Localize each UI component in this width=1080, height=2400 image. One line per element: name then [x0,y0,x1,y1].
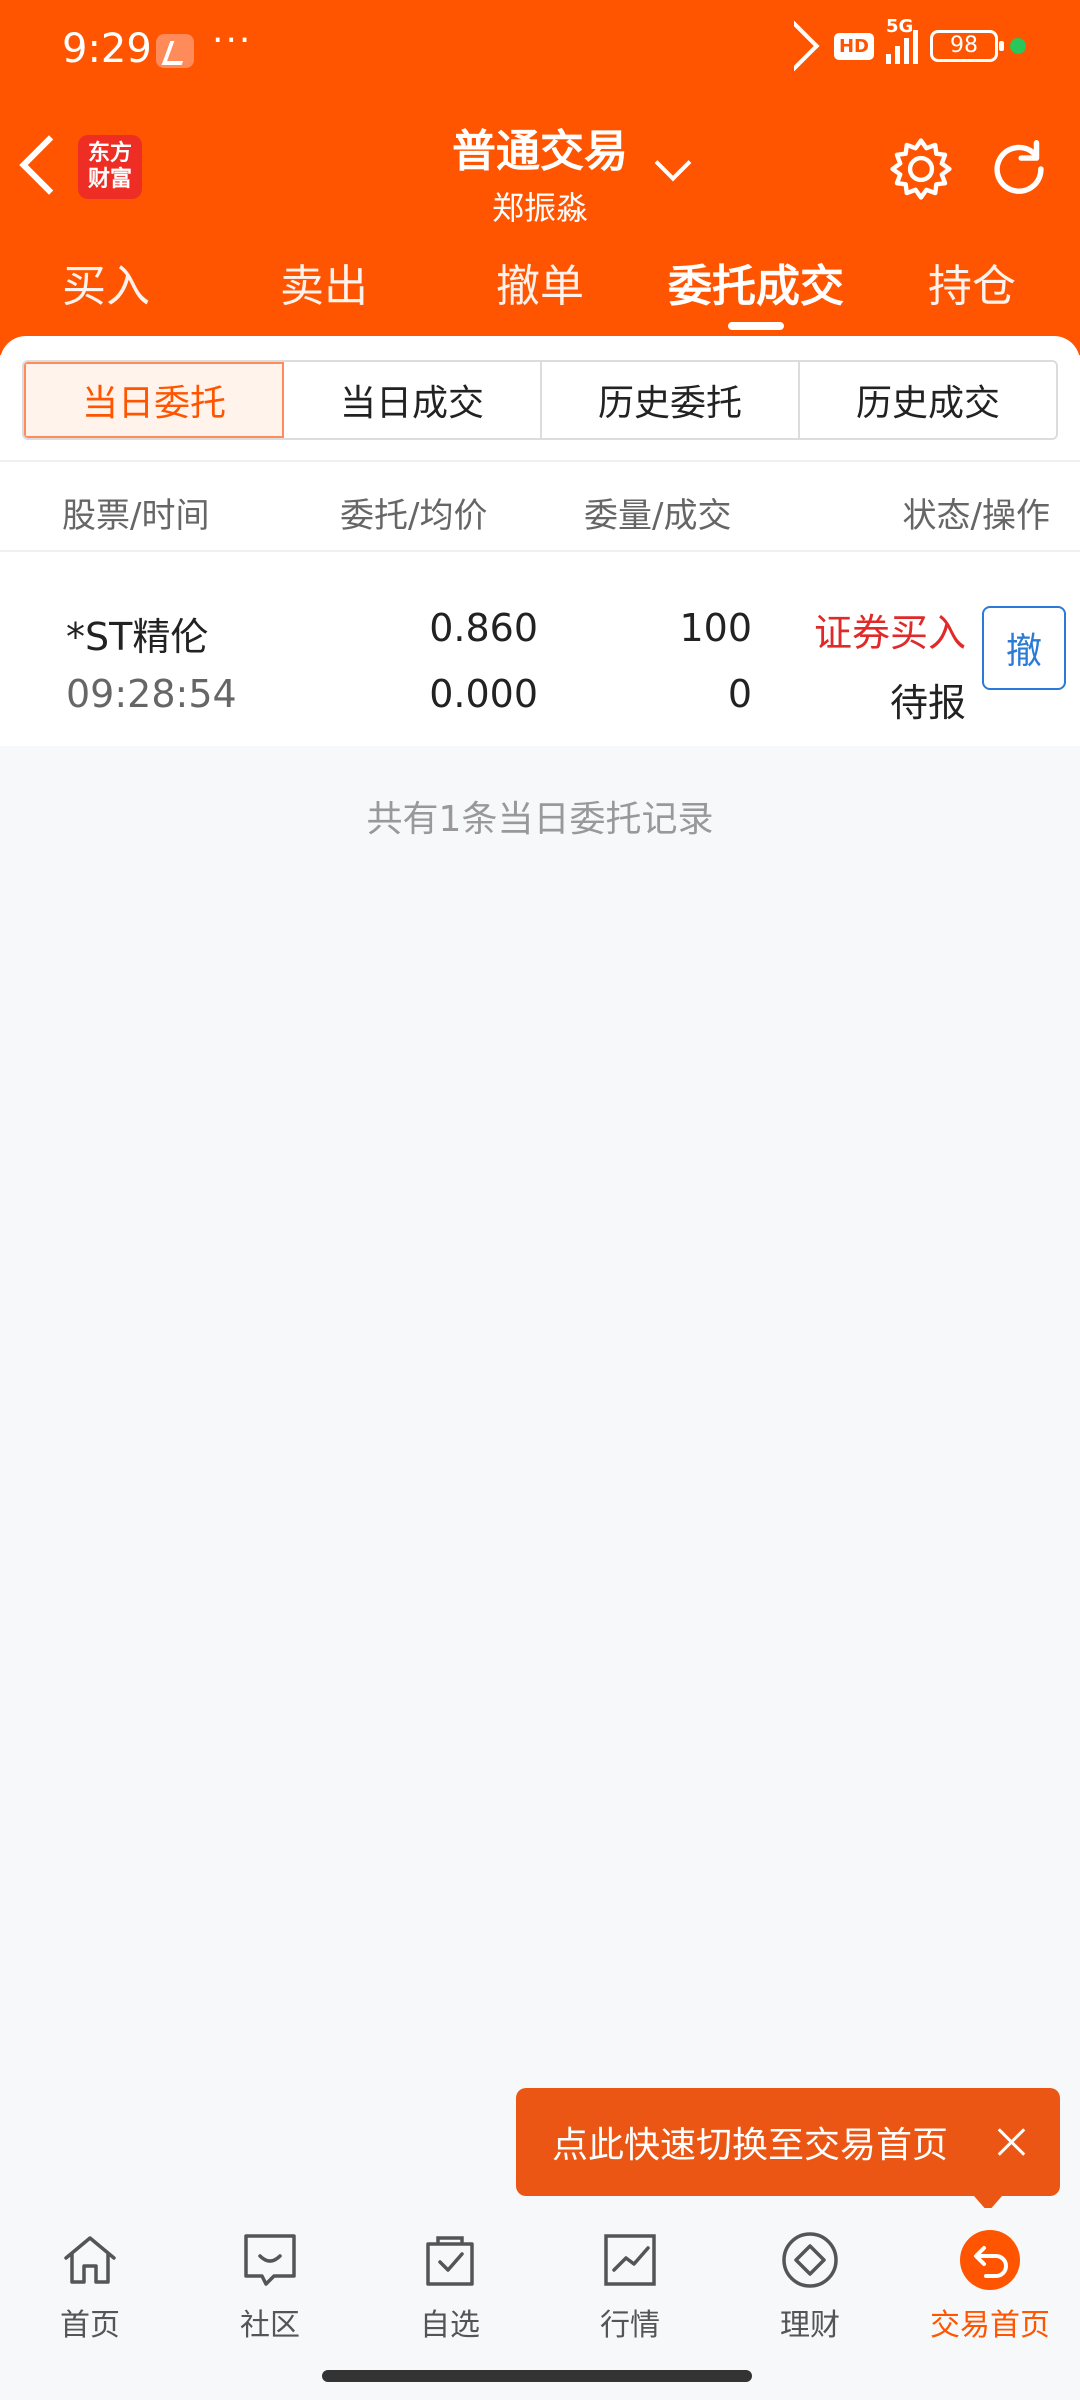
order-price: 0.860 [429,606,538,650]
orders-panel: 当日委托 当日成交 历史委托 历史成交 股票/时间 委托/均价 委量/成交 状态… [0,336,1080,746]
segment-control: 当日委托 当日成交 历史委托 历史成交 [22,360,1058,440]
tab-positions[interactable]: 持仓 [928,250,1016,314]
order-time: 09:28:54 [66,672,237,716]
table-header: 股票/时间 委托/均价 委量/成交 状态/操作 [0,460,1080,552]
main-tabs: 买入 卖出 撤单 委托成交 持仓 [0,250,1080,320]
order-quantity: 100 [679,606,752,650]
app-notification-icon [156,34,194,68]
toast-text: 点此快速切换至交易首页 [552,2125,949,2166]
tab-cancel-order[interactable]: 撤单 [496,250,584,314]
quick-switch-toast[interactable]: 点此快速切换至交易首页 [516,2088,1060,2196]
nav-community-label: 社区 [240,2308,300,2343]
column-stock-time: 股票/时间 [62,496,210,536]
nav-watchlist-label: 自选 [420,2308,480,2343]
segment-history-orders[interactable]: 历史委托 [542,362,800,438]
watchlist-bag-icon [426,2236,474,2286]
chat-bubble-icon [244,2234,296,2286]
nav-trade-home-label: 交易首页 [930,2308,1050,2343]
nav-home[interactable]: 首页 [0,2208,180,2344]
privacy-indicator-icon [1010,38,1026,54]
column-qty-filled: 委量/成交 [584,496,732,536]
home-indicator[interactable] [322,2370,752,2382]
nav-watchlist[interactable]: 自选 [360,2208,540,2344]
nav-trade-home[interactable]: 交易首页 [900,2208,1080,2344]
average-price: 0.000 [429,672,538,716]
trend-chart-icon [604,2234,656,2286]
nav-market-label: 行情 [600,2308,660,2343]
return-circle-icon [960,2230,1020,2290]
nav-wealth[interactable]: 理财 [720,2208,900,2344]
location-arrow-icon [768,20,820,72]
more-notifications-icon: ··· [212,20,253,61]
header-bar: 9:29 ··· HD 5G 98 东方财富 普通交易 郑振淼 买入 卖出 撤单… [0,0,1080,355]
signal-icon: 5G [886,16,918,64]
filled-quantity: 0 [727,672,752,716]
order-type: 证券买入 [813,611,966,655]
records-summary: 共有1条当日委托记录 [366,799,714,840]
tab-orders-trades[interactable]: 委托成交 [668,250,844,314]
home-icon [64,2236,116,2284]
table-row[interactable]: *ST精伦 09:28:54 0.860 0.000 100 0 证券买入 待报 [0,552,1080,746]
bottom-navigation: 首页 社区 自选 行情 理财 交易首页 [0,2208,1080,2356]
battery-icon: 98 [930,30,1004,62]
gear-icon[interactable] [886,134,956,204]
order-status: 待报 [889,681,966,725]
segment-today-trades[interactable]: 当日成交 [284,362,542,438]
nav-community[interactable]: 社区 [180,2208,360,2344]
status-time: 9:29 [62,26,152,72]
tab-buy[interactable]: 买入 [62,250,150,314]
stock-name: *ST精伦 [66,615,209,659]
status-bar: 9:29 ··· HD 5G 98 [0,0,1080,100]
tab-sell[interactable]: 卖出 [280,250,368,314]
diamond-circle-icon [782,2232,838,2288]
cancel-order-button[interactable]: 撤 [982,606,1066,690]
nav-home-label: 首页 [60,2308,120,2343]
nav-market[interactable]: 行情 [540,2208,720,2344]
hd-badge: HD [833,32,874,60]
active-tab-indicator [728,322,784,330]
segment-today-orders[interactable]: 当日委托 [24,362,284,438]
refresh-icon[interactable] [984,134,1054,204]
segment-history-trades[interactable]: 历史成交 [800,362,1056,438]
close-icon[interactable] [994,2124,1030,2160]
column-price-avg: 委托/均价 [340,496,488,536]
network-label: 5G [886,16,914,37]
nav-wealth-label: 理财 [780,2308,840,2343]
column-status-action: 状态/操作 [902,496,1050,536]
status-indicators: HD 5G 98 [768,16,1026,72]
